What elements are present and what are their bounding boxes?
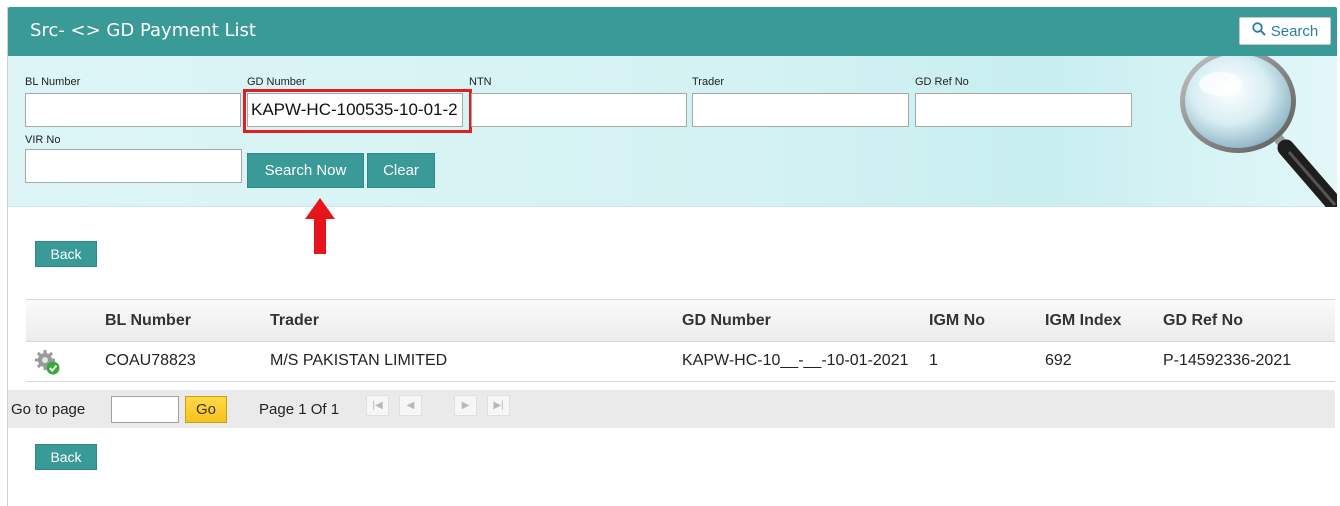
- table-header: BL Number Trader GD Number IGM No IGM In…: [26, 299, 1335, 342]
- magnifier-illustration: [1137, 56, 1337, 207]
- trader-input[interactable]: [692, 93, 909, 127]
- column-header-gd-number[interactable]: GD Number: [682, 312, 771, 330]
- trader-label: Trader: [692, 76, 724, 88]
- page-info: Page 1 Of 1: [259, 401, 340, 418]
- column-header-trader[interactable]: Trader: [270, 312, 319, 330]
- last-page-icon[interactable]: ▶|: [487, 395, 510, 416]
- search-icon: [1252, 22, 1266, 40]
- red-arrow-annotation: [305, 198, 335, 254]
- gd-number-highlight: [243, 89, 472, 133]
- column-header-gd-ref-no[interactable]: GD Ref No: [1163, 312, 1243, 330]
- pager-bar: Go to page Go Page 1 Of 1 |◀ ◀ ▶ ▶|: [8, 390, 1335, 428]
- search-now-button[interactable]: Search Now: [247, 153, 364, 188]
- search-toggle-button[interactable]: Search: [1239, 17, 1331, 45]
- vir-no-input[interactable]: [25, 149, 242, 183]
- gd-ref-no-label: GD Ref No: [915, 76, 969, 88]
- cell-igm-index: 692: [1045, 352, 1072, 369]
- next-page-icon[interactable]: ▶: [454, 395, 477, 416]
- gd-ref-no-input[interactable]: [915, 93, 1132, 127]
- cell-trader: M/S PAKISTAN LIMITED: [270, 352, 448, 369]
- process-gear-icon[interactable]: [33, 348, 61, 376]
- page-title: Src- <> GD Payment List: [30, 20, 256, 41]
- column-header-igm-index[interactable]: IGM Index: [1045, 312, 1121, 330]
- bl-number-label: BL Number: [25, 76, 81, 88]
- gd-number-label: GD Number: [247, 76, 306, 88]
- column-header-bl-number[interactable]: BL Number: [105, 312, 191, 330]
- page-number-input[interactable]: [111, 396, 179, 423]
- bl-number-input[interactable]: [25, 93, 241, 127]
- back-button-top[interactable]: Back: [35, 241, 97, 267]
- cell-gd-ref-no: P-14592336-2021: [1163, 352, 1292, 369]
- search-filter-panel: BL Number GD Number NTN Trader GD Ref No…: [8, 56, 1337, 207]
- cell-gd-number: KAPW-HC-10__-__-10-01-2021: [682, 352, 909, 369]
- ntn-input[interactable]: [471, 93, 687, 127]
- cell-igm-no: 1: [929, 352, 938, 369]
- search-toggle-label: Search: [1270, 22, 1319, 40]
- table-row[interactable]: COAU78823 M/S PAKISTAN LIMITED KAPW-HC-1…: [26, 342, 1335, 382]
- title-bar: Src- <> GD Payment List Search: [8, 7, 1337, 56]
- prev-page-icon[interactable]: ◀: [399, 395, 422, 416]
- back-button-bottom[interactable]: Back: [35, 444, 97, 470]
- go-button[interactable]: Go: [185, 396, 227, 423]
- go-to-page-label: Go to page: [11, 401, 86, 418]
- vir-no-label: VIR No: [25, 134, 61, 146]
- ntn-label: NTN: [469, 76, 492, 88]
- clear-button[interactable]: Clear: [367, 153, 435, 188]
- cell-bl-number: COAU78823: [105, 352, 196, 369]
- first-page-icon[interactable]: |◀: [366, 395, 389, 416]
- column-header-igm-no[interactable]: IGM No: [929, 312, 985, 330]
- page-frame: Src- <> GD Payment List Search BL Number…: [7, 7, 1337, 506]
